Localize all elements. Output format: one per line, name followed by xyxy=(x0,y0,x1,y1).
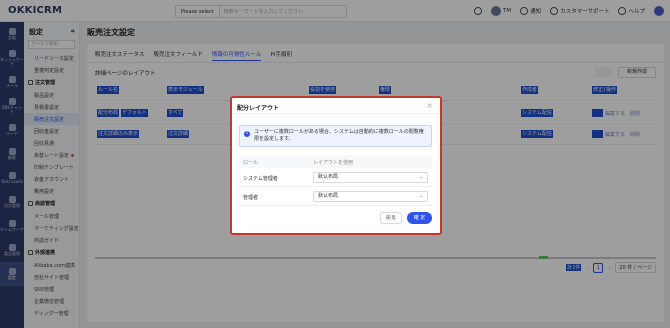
layout-select[interactable]: 默认布局 ⌄ xyxy=(313,172,428,183)
column-header-layout: レイアウトを使用 xyxy=(313,160,354,166)
chevron-down-icon: ⌄ xyxy=(418,193,423,199)
role-table-header: ロール レイアウトを使用 xyxy=(239,155,432,168)
info-notice: ! ユーザーに複数ロールがある場合、システムは自動的に複数ロールの閲覧権限を設定… xyxy=(239,125,432,147)
cancel-button[interactable]: 戻る xyxy=(380,212,402,224)
modal-divider xyxy=(232,113,440,114)
chevron-down-icon: ⌄ xyxy=(418,174,423,180)
info-icon: ! xyxy=(244,131,250,137)
confirm-button[interactable]: 確 定 xyxy=(407,212,432,224)
role-row: システム管理者 默认布局 ⌄ xyxy=(239,169,432,187)
layout-select[interactable]: 默认布局 ⌄ xyxy=(313,191,428,202)
close-icon[interactable]: × xyxy=(426,101,433,110)
assign-layout-modal: 配分レイアウト × ! ユーザーに複数ロールがある場合、システムは自動的に複数ロ… xyxy=(230,96,442,235)
role-row: 管理者 默认布局 ⌄ xyxy=(239,188,432,206)
role-name: システム管理者 xyxy=(243,176,278,182)
column-header-role: ロール xyxy=(243,160,259,166)
modal-title: 配分レイアウト xyxy=(237,105,280,112)
role-name: 管理者 xyxy=(243,195,259,201)
